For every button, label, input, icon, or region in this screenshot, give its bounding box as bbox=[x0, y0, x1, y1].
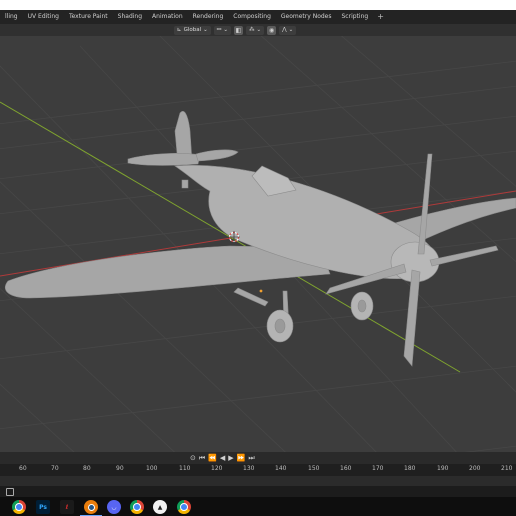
pivot-dropdown[interactable]: ⚯ ⌄ bbox=[213, 25, 231, 35]
tab-shading[interactable]: Shading bbox=[113, 10, 147, 24]
frame-ruler[interactable]: 60 70 80 90 100 110 120 130 140 150 160 … bbox=[0, 464, 516, 476]
jump-key-back-icon[interactable]: ⏪ bbox=[208, 453, 217, 463]
os-taskbar: Ps ℓ ◡ ▲ bbox=[0, 497, 516, 516]
snap-icon[interactable]: ◧ bbox=[233, 25, 243, 35]
frame-tick: 170 bbox=[372, 465, 384, 472]
playback-controls: ⊙ ⏮ ⏪ ◀ ▶ ⏩ ⏭ bbox=[190, 453, 255, 463]
tab-animation[interactable]: Animation bbox=[147, 10, 188, 24]
timeline-header: ⊙ ⏮ ⏪ ◀ ▶ ⏩ ⏭ bbox=[0, 452, 516, 464]
snap-target-icon: ⁂ bbox=[248, 27, 255, 33]
left-landing-gear-door bbox=[233, 287, 269, 307]
frame-tick: 80 bbox=[83, 465, 91, 472]
right-tailplane bbox=[195, 149, 239, 162]
chevron-down-icon: ⌄ bbox=[288, 27, 294, 33]
right-wheel-hub bbox=[357, 299, 367, 313]
discord-icon[interactable]: ◡ bbox=[107, 500, 121, 514]
frame-tick: 110 bbox=[179, 465, 191, 472]
window-top-strip bbox=[0, 0, 516, 10]
transform-orientation-label: Global bbox=[183, 27, 202, 33]
viewport-header: ⊾ Global ⌄ ⚯ ⌄ ◧ ⁂ ⌄ ◉ ⋀ ⌄ bbox=[0, 24, 516, 36]
3d-viewport[interactable] bbox=[0, 36, 516, 452]
workspace-tabs: lling UV Editing Texture Paint Shading A… bbox=[0, 10, 516, 24]
frame-tick: 90 bbox=[116, 465, 124, 472]
frame-tick: 160 bbox=[340, 465, 352, 472]
propeller-blade-right bbox=[429, 245, 499, 267]
left-wheel-hub bbox=[274, 318, 286, 334]
propeller-blade-top bbox=[417, 153, 433, 255]
tab-modeling[interactable]: lling bbox=[0, 10, 23, 24]
frame-tick: 150 bbox=[308, 465, 320, 472]
timeline-area[interactable] bbox=[0, 476, 516, 486]
frame-tick: 100 bbox=[146, 465, 158, 472]
frame-tick: 180 bbox=[404, 465, 416, 472]
jump-start-icon[interactable]: ⏮ bbox=[199, 453, 205, 463]
play-icon[interactable]: ▶ bbox=[228, 453, 233, 463]
tab-geometry-nodes[interactable]: Geometry Nodes bbox=[276, 10, 337, 24]
left-tailplane bbox=[127, 153, 201, 166]
frame-tick: 60 bbox=[19, 465, 27, 472]
falloff-icon: ⋀ bbox=[282, 27, 287, 33]
play-reverse-icon[interactable]: ◀ bbox=[220, 453, 225, 463]
frame-tick: 210 bbox=[501, 465, 513, 472]
tab-texture-paint[interactable]: Texture Paint bbox=[64, 10, 113, 24]
chrome-icon-2[interactable] bbox=[130, 500, 144, 514]
frame-tick: 140 bbox=[275, 465, 287, 472]
mouse-icon bbox=[6, 488, 14, 496]
link-icon: ⚯ bbox=[216, 27, 222, 33]
transform-orientation-dropdown[interactable]: ⊾ Global ⌄ bbox=[174, 25, 211, 35]
frame-tick: 190 bbox=[437, 465, 449, 472]
proportional-icon[interactable]: ◉ bbox=[267, 25, 277, 35]
tab-scripting[interactable]: Scripting bbox=[337, 10, 374, 24]
acrobat-icon[interactable]: ℓ bbox=[60, 500, 74, 514]
jump-end-icon[interactable]: ⏭ bbox=[248, 453, 254, 463]
photoshop-icon[interactable]: Ps bbox=[36, 500, 50, 514]
chrome-icon-3[interactable] bbox=[177, 500, 191, 514]
snap-target-dropdown[interactable]: ⁂ ⌄ bbox=[245, 25, 265, 35]
tab-rendering[interactable]: Rendering bbox=[188, 10, 229, 24]
header-tools: ⊾ Global ⌄ ⚯ ⌄ ◧ ⁂ ⌄ ◉ ⋀ ⌄ bbox=[174, 25, 297, 35]
tab-compositing[interactable]: Compositing bbox=[228, 10, 276, 24]
tail-wheel bbox=[181, 179, 189, 189]
frame-tick: 120 bbox=[211, 465, 223, 472]
chevron-down-icon: ⌄ bbox=[203, 27, 208, 33]
chevron-down-icon: ⌄ bbox=[256, 27, 262, 33]
keyframe-icon[interactable]: ⊙ bbox=[190, 453, 196, 463]
inkscape-icon[interactable]: ▲ bbox=[153, 500, 167, 514]
frame-tick: 130 bbox=[243, 465, 255, 472]
frame-tick: 200 bbox=[469, 465, 481, 472]
orientation-icon: ⊾ bbox=[177, 27, 182, 33]
origin-dot bbox=[259, 289, 263, 293]
viewport-scene bbox=[0, 36, 516, 452]
frame-tick: 70 bbox=[51, 465, 59, 472]
falloff-dropdown[interactable]: ⋀ ⌄ bbox=[279, 25, 297, 35]
propeller-blade-bottom bbox=[403, 269, 421, 367]
jump-key-forward-icon[interactable]: ⏩ bbox=[237, 453, 246, 463]
add-workspace-button[interactable]: + bbox=[373, 10, 388, 24]
tab-uv-editing[interactable]: UV Editing bbox=[23, 10, 64, 24]
chrome-icon[interactable] bbox=[12, 500, 26, 514]
blender-icon[interactable] bbox=[84, 500, 98, 514]
status-bar bbox=[0, 486, 516, 497]
chevron-down-icon: ⌄ bbox=[223, 27, 228, 33]
